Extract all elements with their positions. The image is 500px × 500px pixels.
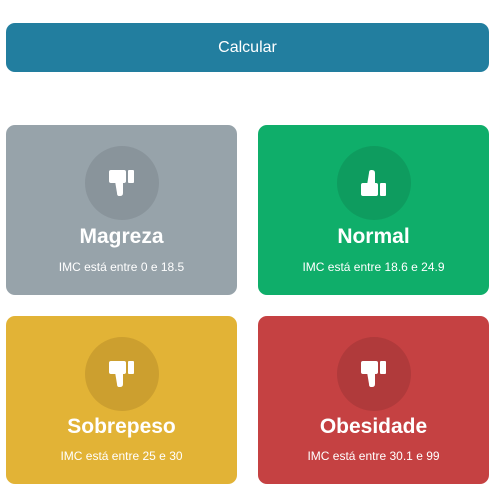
bmi-card-magreza: Magreza IMC está entre 0 e 18.5	[6, 125, 237, 295]
card-description: IMC está entre 0 e 18.5	[6, 259, 237, 275]
card-description: IMC está entre 25 e 30	[6, 448, 237, 464]
card-description-prefix: IMC está entre	[307, 449, 387, 463]
calculate-button[interactable]: Calcular	[6, 23, 489, 72]
thumbs-down-icon	[336, 337, 411, 411]
card-title: Normal	[337, 225, 410, 248]
thumbs-down-icon	[84, 146, 159, 220]
card-description-prefix: IMC está entre	[58, 260, 138, 274]
card-title: Magreza	[79, 225, 164, 248]
bmi-card-sobrepeso: Sobrepeso IMC está entre 25 e 30	[6, 316, 237, 484]
card-range: 25 e 30	[142, 449, 183, 463]
bmi-card-obesidade: Obesidade IMC está entre 30.1 e 99	[258, 316, 489, 484]
thumbs-down-icon	[84, 337, 159, 411]
card-range: 18.6 e 24.9	[384, 260, 445, 274]
card-description-prefix: IMC está entre	[60, 449, 140, 463]
card-description: IMC está entre 18.6 e 24.9	[258, 259, 489, 275]
card-range: 0 e 18.5	[140, 260, 185, 274]
bmi-card-normal: Normal IMC está entre 18.6 e 24.9	[258, 125, 489, 295]
card-title: Obesidade	[319, 415, 428, 438]
card-description: IMC está entre 30.1 e 99	[258, 448, 489, 464]
card-description-prefix: IMC está entre	[302, 260, 382, 274]
card-title: Sobrepeso	[67, 415, 176, 438]
card-range: 30.1 e 99	[389, 449, 440, 463]
thumbs-up-icon	[336, 146, 411, 220]
